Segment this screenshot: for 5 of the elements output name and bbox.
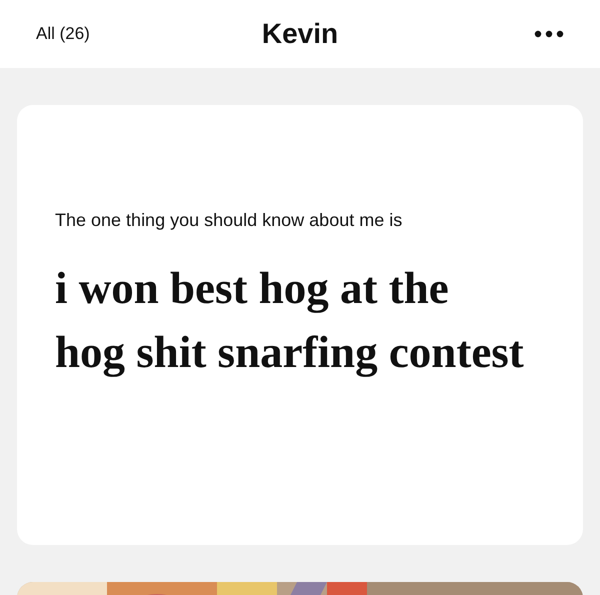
prompt-text: The one thing you should know about me is	[55, 209, 404, 232]
back-link[interactable]: All (26)	[36, 21, 146, 47]
profile-name: Kevin	[262, 17, 338, 51]
answer-text: i won best hog at the hog shit snarfing contest	[55, 262, 525, 379]
more-icon[interactable]	[534, 30, 564, 38]
